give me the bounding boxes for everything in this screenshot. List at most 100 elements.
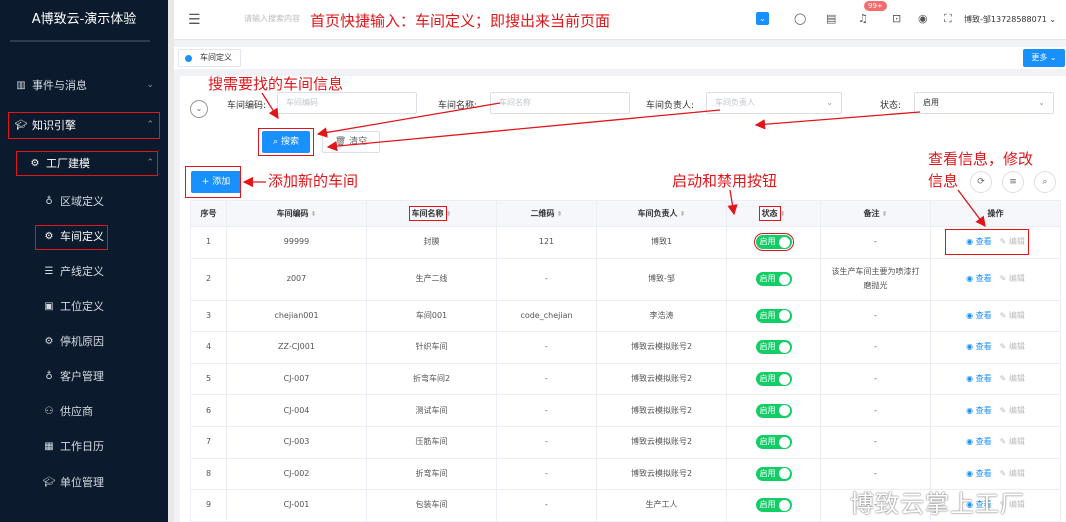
status-toggle[interactable]: 启用 xyxy=(753,233,794,252)
view-button[interactable]: ◉ 查看 xyxy=(966,342,992,351)
status-select[interactable]: 启用 ⌄ xyxy=(914,92,1054,114)
col-header-note[interactable]: 备注 ⬍ xyxy=(820,200,931,227)
sort-icon[interactable]: ⬍ xyxy=(311,210,317,218)
cell-no: 6 xyxy=(190,394,227,427)
owner-select[interactable]: 车间负责人 ⌄ xyxy=(706,92,842,114)
toggle-knob xyxy=(778,499,790,511)
search-icon[interactable]: ⌕ xyxy=(1034,171,1056,193)
cell-actions: ◉ 查看 ✎ 编辑 xyxy=(930,394,1061,427)
tab-label: 车间定义 xyxy=(200,53,232,62)
eye-icon[interactable]: ◉ xyxy=(918,12,928,25)
edit-button[interactable]: ✎ 编辑 xyxy=(1000,469,1025,478)
status-toggle[interactable]: 启用 xyxy=(755,308,792,323)
col-header-status[interactable]: 状态 ⬍ xyxy=(726,200,821,227)
clear-label: 清空 xyxy=(349,137,368,147)
col-header-qr[interactable]: 二维码 ⬍ xyxy=(496,200,597,227)
pencil-icon: ✎ xyxy=(999,310,1007,320)
sidebar-item-area[interactable]: ♁ 区域定义 xyxy=(0,184,168,218)
edit-button[interactable]: ✎ 编辑 xyxy=(1000,374,1025,383)
code-label: 车间编码: xyxy=(227,101,267,111)
cell-code: 99999 xyxy=(226,226,367,259)
col-header-actions: 操作 xyxy=(930,200,1061,227)
cell-name: 压筋车间 xyxy=(366,425,497,459)
sidebar-scrollbar[interactable] xyxy=(168,0,174,522)
view-button[interactable]: ◉ 查看 xyxy=(966,311,992,320)
refresh-icon[interactable]: ⟳ xyxy=(970,171,992,193)
sort-icon[interactable]: ⬍ xyxy=(446,210,452,218)
sidebar-item-customer[interactable]: ♁ 客户管理 xyxy=(0,359,168,393)
edit-button[interactable]: ✎ 编辑 xyxy=(1000,274,1025,283)
view-label: 查看 xyxy=(975,437,992,447)
edit-button[interactable]: ✎ 编辑 xyxy=(1000,406,1025,415)
sort-icon[interactable]: ⬍ xyxy=(680,210,686,218)
sidebar-item-label: 供应商 xyxy=(60,405,93,418)
status-toggle[interactable]: 启用 xyxy=(755,340,792,355)
status-toggle[interactable]: 启用 xyxy=(755,466,792,481)
sidebar-item-line[interactable]: ☰ 产线定义 xyxy=(0,254,168,288)
sidebar-item-label: 客户管理 xyxy=(60,370,104,383)
app-root: A博致云-演示体验 ▥ 事件与消息 ⌄ 🎓︎ 知识引擎 ⌃ ⚙ 工厂建模 ⌃ ♁… xyxy=(0,0,1066,522)
sidebar-item-events[interactable]: ▥ 事件与消息 ⌄ xyxy=(0,68,168,102)
view-button[interactable]: ◉ 查看 xyxy=(966,374,992,383)
more-tabs-button[interactable]: 更多 ⌄ xyxy=(1023,49,1065,67)
columns-icon[interactable]: ≡ xyxy=(1002,171,1024,193)
collapse-toggle-icon[interactable]: ⌄ xyxy=(190,100,208,118)
download-icon[interactable]: ⌄ xyxy=(756,12,769,25)
cell-qr: - xyxy=(496,425,597,459)
pencil-icon: ✎ xyxy=(999,468,1007,478)
col-header-no[interactable]: 序号 xyxy=(190,200,227,227)
edit-button[interactable]: ✎ 编辑 xyxy=(1000,311,1025,320)
sidebar-item-downtime[interactable]: ⚙ 停机原因 xyxy=(0,324,168,358)
sidebar-item-station[interactable]: ▣ 工位定义 xyxy=(0,289,168,323)
chat-icon[interactable]: ◯ xyxy=(794,12,806,25)
sort-icon[interactable]: ⬍ xyxy=(780,210,786,218)
tablet-icon[interactable]: ▤ xyxy=(826,12,836,25)
cell-code: CJ-004 xyxy=(226,394,367,427)
pencil-icon: ✎ xyxy=(999,342,1007,352)
tab-workshop[interactable]: 车间定义 xyxy=(178,49,241,67)
view-button[interactable]: ◉ 查看 xyxy=(966,437,992,446)
sort-icon[interactable]: ⬍ xyxy=(882,210,888,218)
bell-icon[interactable]: ♫ xyxy=(858,12,868,25)
sidebar-item-supplier[interactable]: ⚇ 供应商 xyxy=(0,394,168,428)
cell-name: 折弯车间 xyxy=(366,457,497,491)
edit-label: 编辑 xyxy=(1008,437,1025,447)
col-header-code[interactable]: 车间编码 ⬍ xyxy=(226,200,367,227)
edit-button[interactable]: ✎ 编辑 xyxy=(1000,437,1025,446)
menu-icon[interactable]: ☰ xyxy=(188,12,201,28)
name-input[interactable]: 车间名称 xyxy=(490,92,630,114)
sort-icon[interactable]: ⬍ xyxy=(557,210,563,218)
cell-note: - xyxy=(820,226,931,259)
sidebar-item-unit[interactable]: 🎓︎ 单位管理 xyxy=(0,465,168,499)
table-row: 3 chejian001 车间001 code_chejian 李浩涛 启用 - ◉ 查看 ✎ … xyxy=(190,299,1061,333)
cell-owner: 博致云模拟账号2 xyxy=(596,331,727,364)
toggle-knob xyxy=(778,310,790,322)
status-toggle[interactable]: 启用 xyxy=(755,435,792,450)
col-header-owner[interactable]: 车间负责人 ⬍ xyxy=(596,200,727,227)
cell-status: 启用 xyxy=(726,299,821,333)
status-toggle[interactable]: 启用 xyxy=(755,498,792,513)
user-name[interactable]: 博致-邹13728588071 ⌄ xyxy=(964,14,1056,25)
view-label: 查看 xyxy=(975,468,992,478)
station-icon: ▣ xyxy=(44,300,54,312)
fullscreen-icon[interactable]: ⛶ xyxy=(944,12,952,26)
cell-code: CJ-007 xyxy=(226,362,367,396)
global-search-input[interactable]: 请输入搜索内容 xyxy=(244,13,300,24)
sidebar-item-calendar[interactable]: ▦ 工作日历 xyxy=(0,429,168,463)
status-toggle[interactable]: 启用 xyxy=(755,372,792,387)
eye-icon: ◉ xyxy=(966,405,974,415)
col-header-name[interactable]: 车间名称 ⬍ xyxy=(366,200,497,227)
edit-button[interactable]: ✎ 编辑 xyxy=(1000,342,1025,351)
cell-name: 折弯车间2 xyxy=(366,362,497,396)
clear-button[interactable]: 🗑︎ 清空 xyxy=(322,131,380,153)
sidebar-item-label: 单位管理 xyxy=(60,476,104,489)
view-button[interactable]: ◉ 查看 xyxy=(966,469,992,478)
lock-icon[interactable]: ⊡ xyxy=(892,12,901,25)
code-input[interactable]: 车间编码 xyxy=(277,92,417,114)
edit-label: 编辑 xyxy=(1008,342,1025,352)
active-dot-icon xyxy=(185,54,192,62)
status-toggle[interactable]: 启用 xyxy=(755,403,792,418)
view-button[interactable]: ◉ 查看 xyxy=(966,406,992,415)
view-button[interactable]: ◉ 查看 xyxy=(966,274,992,283)
status-toggle[interactable]: 启用 xyxy=(755,272,792,287)
